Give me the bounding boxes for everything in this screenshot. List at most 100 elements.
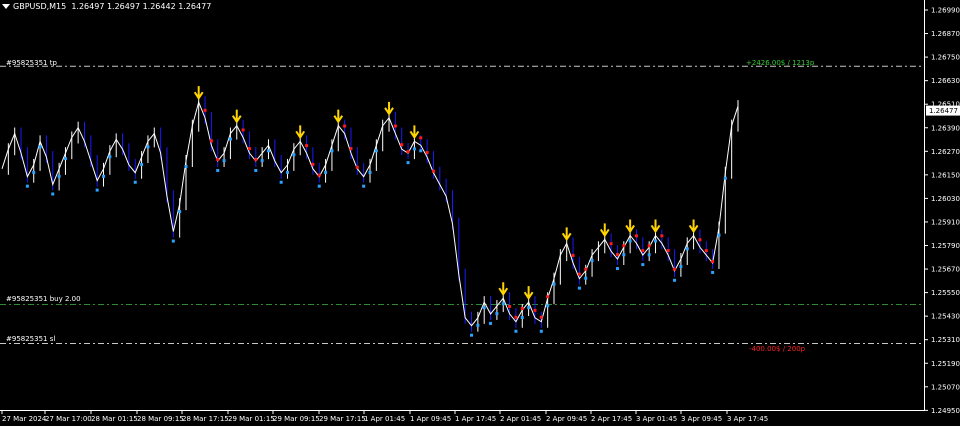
support-dot [178, 210, 182, 214]
x-tick-label: 1 Apr 01:45 [364, 415, 405, 423]
y-tick-label: 1.26870 [931, 30, 960, 38]
x-tick-label: 28 Mar 01:15 [91, 415, 138, 423]
resistance-dot [400, 143, 404, 147]
y-tick-label: 1.26750 [931, 54, 960, 62]
support-dot [520, 316, 524, 319]
resistance-dot [508, 304, 512, 308]
resistance-dot [216, 157, 220, 161]
resistance-dot [660, 234, 664, 238]
resistance-dot [704, 249, 708, 253]
price-chart[interactable]: 1.269901.268701.267501.266301.265101.263… [0, 0, 960, 426]
support-dot [470, 333, 474, 337]
support-dot [482, 306, 486, 310]
y-tick-label: 1.25670 [931, 266, 960, 274]
y-tick-label: 1.25790 [931, 242, 960, 250]
x-tick-label: 29 Mar 01:15 [228, 415, 275, 423]
support-dot [647, 253, 651, 257]
x-tick-label: 28 Mar 17:15 [182, 415, 229, 423]
resistance-dot [209, 139, 213, 143]
support-dot [717, 233, 721, 237]
support-dot [539, 329, 543, 333]
x-tick-label: 3 Apr 01:45 [636, 415, 677, 423]
support-dot [38, 145, 42, 149]
resistance-dot [533, 308, 537, 312]
x-tick-label: 2 Apr 17:45 [591, 415, 632, 423]
resistance-dot [584, 267, 588, 271]
support-dot [546, 304, 550, 308]
resistance-dot [311, 162, 315, 166]
y-tick-label: 1.26150 [931, 171, 960, 179]
support-dot [495, 312, 499, 316]
support-dot [25, 184, 29, 188]
resistance-dot [305, 144, 309, 148]
resistance-dot [641, 249, 645, 253]
support-dot [419, 149, 423, 153]
tp-level-label[interactable]: #95825351 tp [6, 59, 57, 67]
support-dot [95, 188, 99, 192]
support-dot [622, 253, 626, 257]
dropdown-triangle-icon[interactable] [2, 4, 10, 9]
x-tick-label: 2 Apr 09:45 [546, 415, 587, 423]
support-dot [641, 263, 645, 267]
support-dot [489, 321, 493, 325]
support-dot [279, 180, 283, 184]
sl-level-label[interactable]: #95825351 sl [6, 335, 55, 343]
support-dot [51, 192, 55, 196]
support-dot [32, 170, 36, 174]
resistance-dot [615, 253, 619, 257]
y-tick-label: 1.25190 [931, 360, 960, 368]
resistance-dot [571, 253, 575, 257]
support-dot [57, 174, 61, 178]
support-dot [216, 168, 220, 172]
resistance-dot [355, 165, 359, 169]
support-dot [723, 176, 727, 180]
resistance-dot [609, 242, 613, 246]
x-tick-label: 1 Apr 09:45 [410, 415, 451, 423]
x-tick-label: 29 Mar 09:15 [273, 415, 320, 423]
y-tick-label: 1.25910 [931, 218, 960, 226]
support-dot [317, 184, 321, 188]
tp-result-text: +2426.00$ / 1213p [746, 59, 815, 67]
sl-result-text: -400.00$ / 200p [749, 345, 806, 353]
resistance-dot [666, 249, 670, 253]
support-dot [286, 170, 290, 174]
support-dot [108, 155, 112, 159]
resistance-dot [317, 173, 321, 177]
resistance-dot [539, 315, 543, 319]
support-dot [711, 270, 715, 274]
y-tick-label: 1.25550 [931, 289, 960, 297]
chart-header: GBPUSD,M15 1.26497 1.26497 1.26442 1.264… [2, 2, 211, 11]
support-dot [615, 267, 619, 271]
support-dot [679, 265, 683, 269]
x-tick-label: 3 Apr 17:45 [727, 415, 768, 423]
x-tick-label: 29 Mar 17:15 [319, 415, 366, 423]
support-dot [102, 174, 106, 178]
support-dot [673, 278, 677, 282]
support-dot [260, 159, 264, 163]
support-dot [476, 323, 480, 327]
support-dot [171, 239, 175, 243]
resistance-dot [247, 147, 251, 151]
y-tick-label: 1.26630 [931, 77, 960, 85]
y-tick-label: 1.25430 [931, 313, 960, 321]
buy-level-label[interactable]: #95825351 buy 2.00 [6, 295, 81, 303]
support-dot [527, 306, 531, 310]
chart-window[interactable]: 1.26990 1.26870 1.26750 1.26630 1.26510 1.263… [0, 0, 960, 426]
support-dot [628, 239, 632, 243]
support-dot [685, 247, 689, 251]
resistance-dot [673, 267, 677, 271]
support-dot [324, 170, 328, 174]
support-dot [254, 168, 258, 172]
resistance-dot [203, 108, 207, 112]
support-dot [330, 149, 334, 153]
ohlc-values: 1.26497 1.26497 1.26442 1.26477 [71, 2, 212, 11]
current-price-label: 1.26477 [929, 107, 958, 115]
resistance-dot [514, 315, 518, 319]
resistance-dot [431, 169, 435, 173]
support-dot [292, 153, 296, 157]
support-dot [584, 276, 588, 280]
support-dot [140, 163, 144, 167]
y-tick-label: 1.25070 [931, 383, 960, 391]
y-tick-label: 1.26030 [931, 195, 960, 203]
resistance-dot [634, 234, 638, 238]
